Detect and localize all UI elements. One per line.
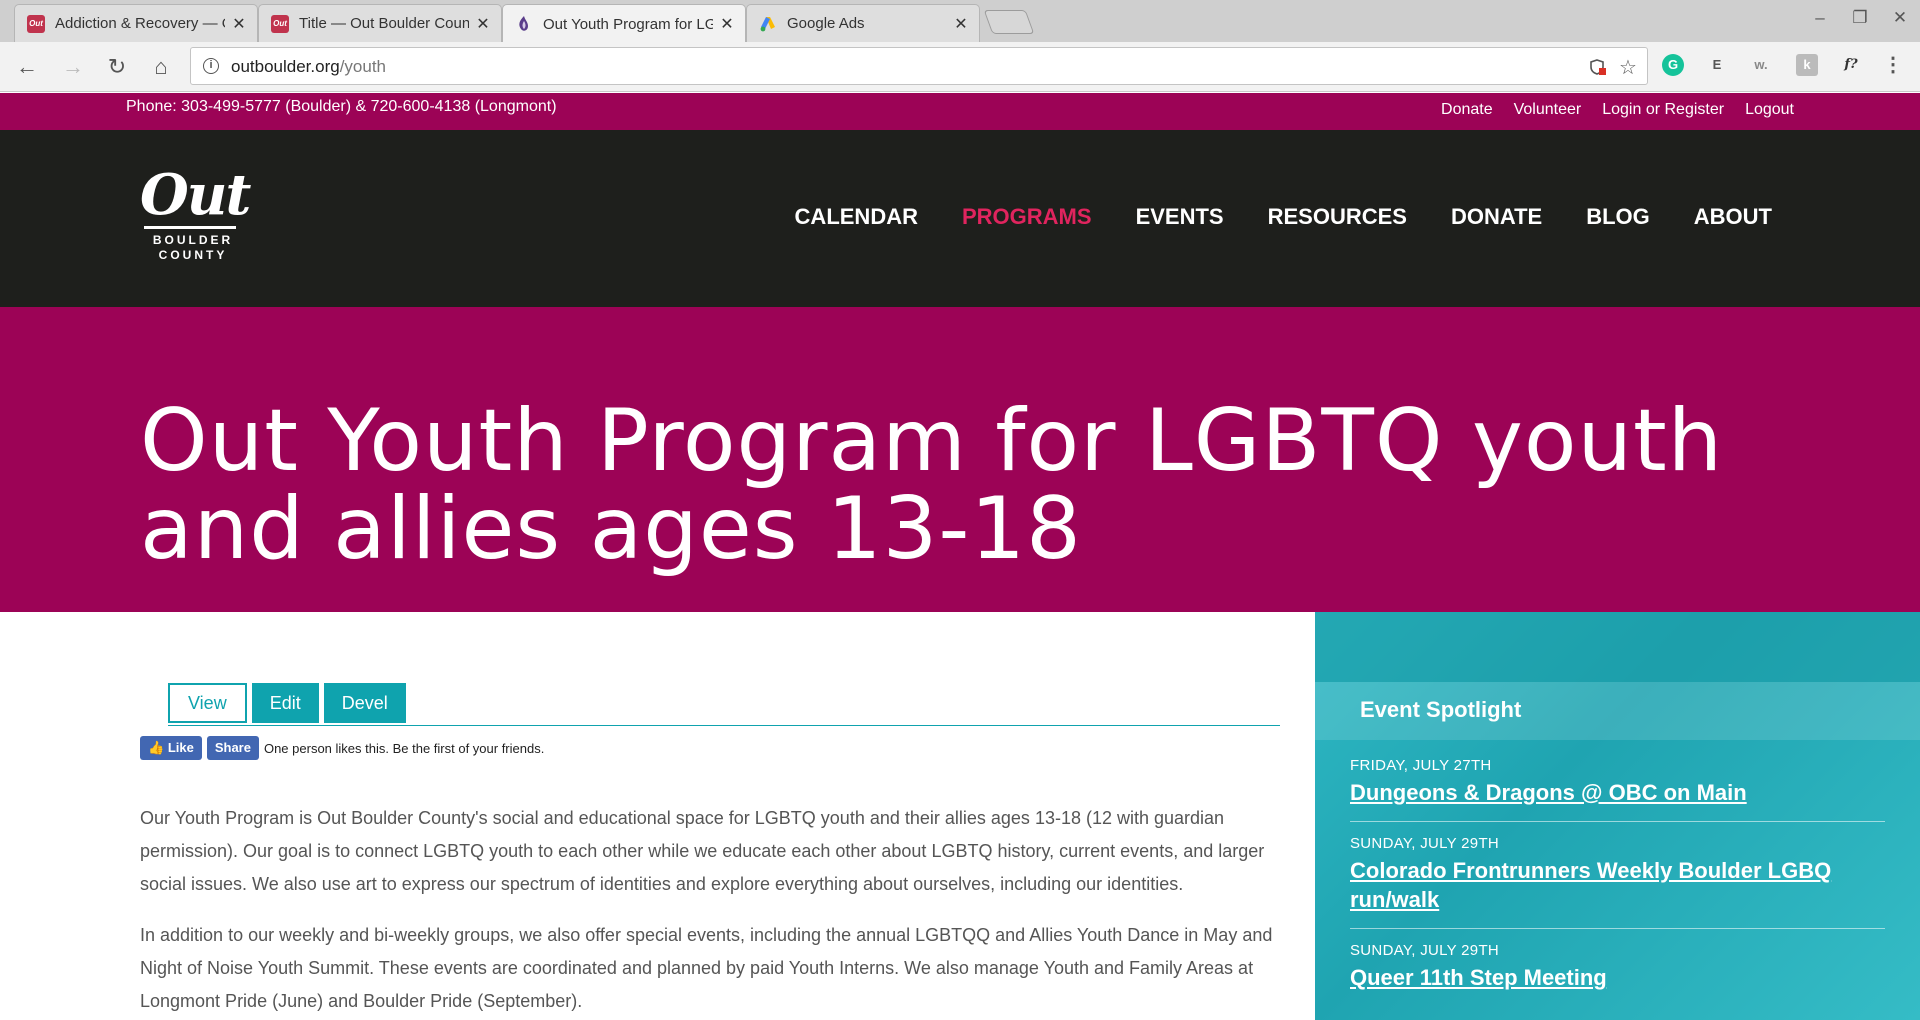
site-info-icon[interactable]: i bbox=[203, 58, 219, 74]
main-content: View Edit Devel 👍 Like Share One person … bbox=[0, 612, 1315, 1020]
event-spotlight-heading: Event Spotlight bbox=[1360, 697, 1522, 722]
restore-icon[interactable]: ❐ bbox=[1845, 8, 1875, 28]
tab-view[interactable]: View bbox=[168, 683, 247, 723]
facebook-like-count-text: One person likes this. Be the first of y… bbox=[263, 740, 545, 756]
new-tab-button[interactable] bbox=[983, 10, 1035, 34]
menu-item-events[interactable]: EVENTS bbox=[1136, 204, 1224, 230]
menu-item-resources[interactable]: RESOURCES bbox=[1268, 204, 1407, 230]
event-list: FRIDAY, JULY 27TH Dungeons & Dragons @ O… bbox=[1350, 757, 1885, 1019]
out-boulder-county-logo[interactable]: Out BOULDER COUNTY bbox=[140, 166, 258, 263]
phone-numbers: Phone: 303-499-5777 (Boulder) & 720-600-… bbox=[126, 98, 557, 115]
fontface-icon[interactable]: f? bbox=[1840, 54, 1862, 76]
menu-item-donate[interactable]: DONATE bbox=[1451, 204, 1542, 230]
utility-links: Donate Volunteer Login or Register Logou… bbox=[1441, 101, 1794, 119]
reload-icon[interactable]: ↻ bbox=[104, 54, 130, 80]
utility-link-volunteer[interactable]: Volunteer bbox=[1514, 101, 1582, 119]
event-link[interactable]: Colorado Frontrunners Weekly Boulder LGB… bbox=[1350, 856, 1885, 914]
grammarly-icon[interactable]: G bbox=[1662, 54, 1684, 76]
tab-title: Out Youth Program for LG bbox=[543, 15, 713, 33]
thumbs-up-icon: 👍 bbox=[148, 740, 165, 755]
primary-menu: CALENDAR PROGRAMS EVENTS RESOURCES DONAT… bbox=[751, 204, 1772, 230]
evernote-icon[interactable]: E bbox=[1706, 54, 1728, 76]
event-spotlight-header: Event Spotlight bbox=[1315, 682, 1920, 740]
tab-title: Google Ads bbox=[787, 15, 865, 32]
utility-link-login[interactable]: Login or Register bbox=[1602, 101, 1724, 119]
browser-tab[interactable]: Out Title — Out Boulder Coun ✕ bbox=[258, 4, 502, 42]
tab-close-icon[interactable]: ✕ bbox=[475, 14, 491, 34]
event-date: SUNDAY, JULY 29TH bbox=[1350, 942, 1500, 959]
page-title: Out Youth Program for LGBTQ youth and al… bbox=[140, 391, 1724, 579]
bookmark-star-icon[interactable]: ☆ bbox=[1619, 55, 1637, 80]
admin-tabs: View Edit Devel bbox=[168, 683, 411, 723]
browser-tabstrip: Out Addiction & Recovery — O ✕ Out Title… bbox=[0, 0, 1920, 43]
utility-link-logout[interactable]: Logout bbox=[1745, 101, 1794, 119]
shield-blocked-icon[interactable] bbox=[1589, 58, 1607, 76]
logo-line-boulder: BOULDER bbox=[152, 233, 234, 247]
logo-script: Out bbox=[140, 162, 251, 228]
facebook-like-button[interactable]: 👍 Like bbox=[140, 736, 202, 760]
browser-toolbar: ← → ↻ ⌂ i outboulder.org/youth ☆ G E w. … bbox=[0, 42, 1920, 92]
program-description: Our Youth Program is Out Boulder County'… bbox=[140, 802, 1280, 1020]
menu-item-programs[interactable]: PROGRAMS bbox=[962, 204, 1092, 230]
paragraph: In addition to our weekly and bi-weekly … bbox=[140, 925, 1273, 1011]
window-close-icon[interactable]: ✕ bbox=[1885, 8, 1915, 28]
google-ads-favicon-icon bbox=[760, 16, 775, 31]
extension-icon[interactable]: k bbox=[1796, 54, 1818, 76]
browser-tab-active[interactable]: Out Youth Program for LG ✕ bbox=[502, 4, 746, 43]
event-link[interactable]: Queer 11th Step Meeting bbox=[1350, 963, 1885, 992]
out-boulder-favicon-icon: Out bbox=[271, 14, 289, 33]
logo-line-county: COUNTY bbox=[158, 248, 228, 262]
browser-tab[interactable]: Google Ads ✕ bbox=[746, 4, 980, 42]
forward-icon[interactable]: → bbox=[60, 54, 86, 80]
main-navigation: Out BOULDER COUNTY CALENDAR PROGRAMS EVE… bbox=[0, 130, 1920, 307]
menu-item-about[interactable]: ABOUT bbox=[1694, 204, 1772, 230]
event-date: FRIDAY, JULY 27TH bbox=[1350, 757, 1492, 774]
browser-menu-icon[interactable]: ⋮ bbox=[1882, 54, 1904, 76]
page-hero: Out Youth Program for LGBTQ youth and al… bbox=[0, 307, 1920, 612]
tab-edit[interactable]: Edit bbox=[251, 683, 319, 723]
browser-tab[interactable]: Out Addiction & Recovery — O ✕ bbox=[14, 4, 258, 42]
url-text[interactable]: outboulder.org/youth bbox=[231, 57, 386, 77]
minimize-icon[interactable]: – bbox=[1805, 8, 1835, 28]
menu-item-calendar[interactable]: CALENDAR bbox=[795, 204, 918, 230]
list-item: FRIDAY, JULY 27TH Dungeons & Dragons @ O… bbox=[1350, 757, 1885, 822]
event-link[interactable]: Dungeons & Dragons @ OBC on Main bbox=[1350, 778, 1885, 807]
tab-devel[interactable]: Devel bbox=[323, 683, 406, 723]
tab-close-icon[interactable]: ✕ bbox=[953, 14, 969, 34]
like-label: Like bbox=[167, 740, 194, 755]
menu-item-blog[interactable]: BLOG bbox=[1586, 204, 1650, 230]
out-boulder-favicon-icon: Out bbox=[27, 14, 45, 33]
wordtune-icon[interactable]: w. bbox=[1750, 54, 1772, 76]
home-icon[interactable]: ⌂ bbox=[148, 54, 174, 80]
tab-title: Addiction & Recovery — O bbox=[55, 15, 225, 32]
tab-close-icon[interactable]: ✕ bbox=[231, 14, 247, 34]
sidebar-top-band bbox=[1315, 612, 1920, 682]
url-path: /youth bbox=[339, 57, 387, 76]
url-domain: outboulder.org bbox=[231, 57, 340, 76]
address-bar[interactable]: i outboulder.org/youth ☆ bbox=[190, 47, 1648, 85]
utility-bar: Phone: 303-499-5777 (Boulder) & 720-600-… bbox=[0, 93, 1920, 130]
paragraph: Our Youth Program is Out Boulder County'… bbox=[140, 808, 1265, 894]
facebook-share-button[interactable]: Share bbox=[206, 736, 259, 760]
event-date: SUNDAY, JULY 29TH bbox=[1350, 835, 1500, 852]
tab-close-icon[interactable]: ✕ bbox=[719, 14, 735, 34]
tab-title: Title — Out Boulder Coun bbox=[299, 15, 469, 32]
list-item: SUNDAY, JULY 29TH Queer 11th Step Meetin… bbox=[1350, 942, 1885, 1006]
admin-tabs-divider bbox=[168, 725, 1280, 726]
out-youth-favicon-icon bbox=[519, 16, 528, 31]
event-spotlight-sidebar: Event Spotlight FRIDAY, JULY 27TH Dungeo… bbox=[1315, 612, 1920, 1020]
list-item: SUNDAY, JULY 29TH Colorado Frontrunners … bbox=[1350, 835, 1885, 929]
facebook-widget: 👍 Like Share One person likes this. Be t… bbox=[140, 736, 544, 760]
utility-link-donate[interactable]: Donate bbox=[1441, 101, 1493, 119]
back-icon[interactable]: ← bbox=[14, 54, 40, 80]
